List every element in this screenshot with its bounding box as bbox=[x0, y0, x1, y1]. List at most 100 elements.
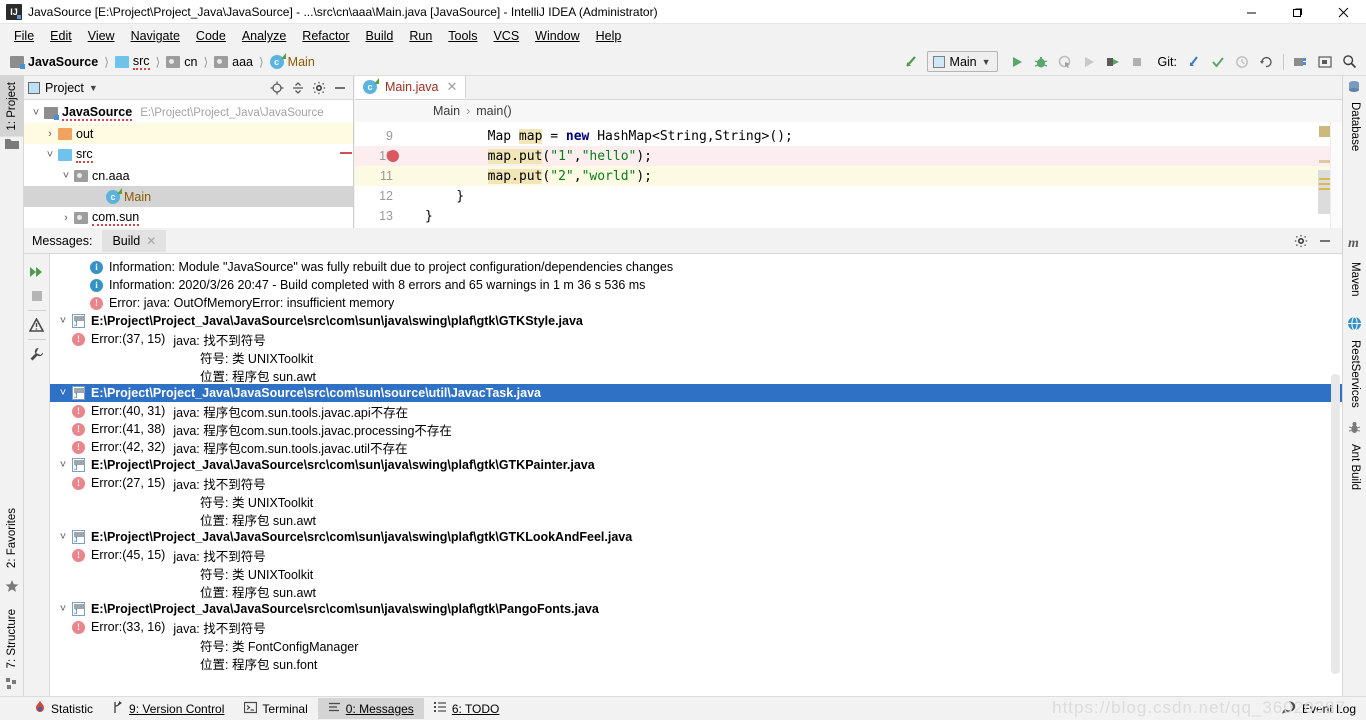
tree-node-com-sun[interactable]: › com.sun bbox=[24, 207, 353, 228]
status-tab-version-control[interactable]: 9: Version Control bbox=[103, 698, 234, 720]
editor-scroll-thumb[interactable] bbox=[1318, 170, 1330, 214]
close-icon[interactable]: ✕ bbox=[146, 234, 156, 248]
marker-change[interactable] bbox=[1319, 160, 1330, 163]
message-row[interactable]: i Information: Module "JavaSource" was f… bbox=[50, 258, 1342, 276]
chevron-down-icon[interactable]: ˅ bbox=[54, 387, 72, 399]
expand-all-icon[interactable] bbox=[26, 260, 48, 284]
status-tab-todo[interactable]: 6: TODO bbox=[424, 698, 510, 719]
menu-run[interactable]: Run bbox=[401, 26, 440, 46]
status-tab-terminal[interactable]: Terminal bbox=[234, 698, 317, 720]
chevron-right-icon[interactable]: › bbox=[58, 212, 74, 224]
attach-debugger-icon[interactable] bbox=[1102, 51, 1124, 73]
messages-scrollbar[interactable] bbox=[1331, 374, 1340, 674]
chevron-down-icon[interactable]: ˅ bbox=[54, 459, 72, 471]
menu-help[interactable]: Help bbox=[588, 26, 630, 46]
sidebar-tab-structure[interactable]: 7: Structure bbox=[0, 603, 24, 674]
close-button[interactable] bbox=[1320, 0, 1366, 24]
code-line-11[interactable]: 11 map.put("2","world"); bbox=[355, 166, 1342, 186]
project-panel-title[interactable]: Project ▼ bbox=[28, 81, 98, 95]
project-structure-icon[interactable] bbox=[1290, 51, 1312, 73]
chevron-down-icon[interactable]: ˅ bbox=[42, 149, 58, 161]
chevron-down-icon[interactable]: ˅ bbox=[54, 531, 72, 543]
menu-analyze[interactable]: Analyze bbox=[234, 26, 294, 46]
message-file-row[interactable]: ˅ E:\Project\Project_Java\JavaSource\src… bbox=[50, 312, 1342, 330]
editor-breadcrumb-method[interactable]: main() bbox=[476, 104, 511, 118]
message-row[interactable]: i Information: 2020/3/26 20:47 - Build c… bbox=[50, 276, 1342, 294]
chevron-down-icon[interactable]: ˅ bbox=[54, 603, 72, 615]
status-tab-messages[interactable]: 0: Messages bbox=[317, 698, 424, 719]
message-file-row-selected[interactable]: ˅ E:\Project\Project_Java\JavaSource\src… bbox=[50, 384, 1342, 402]
message-file-row[interactable]: ˅ E:\Project\Project_Java\JavaSource\src… bbox=[50, 456, 1342, 474]
menu-view[interactable]: View bbox=[80, 26, 123, 46]
breadcrumb-item-src[interactable]: src bbox=[113, 53, 152, 71]
message-row[interactable]: ! Error:(40, 31) java: 程序包com.sun.tools.… bbox=[50, 402, 1342, 420]
chevron-right-icon[interactable]: › bbox=[42, 128, 58, 140]
chevron-down-icon[interactable]: ˅ bbox=[54, 315, 72, 327]
update-project-icon[interactable] bbox=[1183, 51, 1205, 73]
messages-tab-build[interactable]: Build ✕ bbox=[102, 229, 167, 252]
menu-navigate[interactable]: Navigate bbox=[123, 26, 188, 46]
breadcrumb-item-javasource[interactable]: JavaSource bbox=[8, 54, 100, 70]
tree-node-out[interactable]: › out bbox=[24, 123, 353, 144]
tree-node-src[interactable]: ˅ src bbox=[24, 144, 353, 165]
close-icon[interactable]: ✕ bbox=[447, 79, 458, 95]
sidebar-tab-project[interactable]: 1: Project bbox=[0, 76, 24, 137]
warnings-filter-icon[interactable] bbox=[26, 313, 48, 337]
editor-markers-strip[interactable] bbox=[1318, 122, 1330, 228]
locate-icon[interactable] bbox=[268, 79, 286, 97]
code-editor[interactable]: 9 Map map = new HashMap<String,String>()… bbox=[355, 122, 1342, 228]
message-file-row[interactable]: ˅ E:\Project\Project_Java\JavaSource\src… bbox=[50, 600, 1342, 618]
message-row[interactable]: ! Error:(27, 15) java: 找不到符号 bbox=[50, 474, 1342, 492]
rollback-icon[interactable] bbox=[1255, 51, 1277, 73]
maximize-button[interactable] bbox=[1274, 0, 1320, 24]
message-row[interactable]: ! Error:(45, 15) java: 找不到符号 bbox=[50, 546, 1342, 564]
stop-icon[interactable] bbox=[26, 284, 48, 308]
breadcrumb-item-cn[interactable]: cn bbox=[164, 54, 199, 70]
commit-icon[interactable] bbox=[1207, 51, 1229, 73]
menu-tools[interactable]: Tools bbox=[440, 26, 485, 46]
breakpoint-icon[interactable] bbox=[387, 150, 399, 162]
message-row[interactable]: ! Error:(33, 16) java: 找不到符号 bbox=[50, 618, 1342, 636]
status-tab-statistic[interactable]: Statistic bbox=[24, 698, 103, 720]
editor-tab-main-java[interactable]: c Main.java ✕ bbox=[355, 76, 467, 99]
hide-icon[interactable] bbox=[1316, 232, 1334, 250]
run-configuration-selector[interactable]: Main ▼ bbox=[926, 51, 998, 72]
right-tab-database[interactable]: Database bbox=[1343, 96, 1366, 157]
code-line-9[interactable]: 9 Map map = new HashMap<String,String>()… bbox=[355, 126, 1342, 146]
menu-edit[interactable]: Edit bbox=[42, 26, 80, 46]
right-tab-restservices[interactable]: RestServices bbox=[1343, 334, 1366, 414]
sidebar-tab-favorites[interactable]: 2: Favorites bbox=[0, 502, 24, 574]
menu-refactor[interactable]: Refactor bbox=[294, 26, 357, 46]
settings-wrench-icon[interactable] bbox=[26, 342, 48, 366]
right-tab-maven[interactable]: Maven bbox=[1343, 256, 1366, 303]
breadcrumb-item-aaa[interactable]: aaa bbox=[212, 54, 255, 70]
tree-node-javasource[interactable]: ˅ JavaSource E:\Project\Project_Java\Jav… bbox=[24, 102, 353, 123]
hide-icon[interactable] bbox=[331, 79, 349, 97]
right-tab-antbuild[interactable]: Ant Build bbox=[1343, 438, 1366, 496]
tree-node-cn-aaa[interactable]: ˅ cn.aaa bbox=[24, 165, 353, 186]
breadcrumb-item-main[interactable]: c Main bbox=[268, 52, 317, 70]
tree-node-main[interactable]: c Main bbox=[24, 186, 353, 207]
event-log-label[interactable]: Event Log bbox=[1302, 702, 1356, 716]
message-file-row[interactable]: ˅ E:\Project\Project_Java\JavaSource\src… bbox=[50, 528, 1342, 546]
editor-breadcrumb-class[interactable]: Main bbox=[433, 104, 460, 118]
message-row[interactable]: ! Error:(37, 15) java: 找不到符号 bbox=[50, 330, 1342, 348]
debug-icon[interactable] bbox=[1030, 51, 1052, 73]
marker-warning-4[interactable] bbox=[1319, 188, 1330, 190]
message-row[interactable]: ! Error:(41, 38) java: 程序包com.sun.tools.… bbox=[50, 420, 1342, 438]
marker-warning-3[interactable] bbox=[1319, 183, 1330, 185]
messages-list[interactable]: i Information: Module "JavaSource" was f… bbox=[50, 254, 1342, 696]
code-line-10[interactable]: 10 map.put("1","hello"); bbox=[355, 146, 1342, 166]
menu-window[interactable]: Window bbox=[527, 26, 587, 46]
terminal-icon[interactable] bbox=[1314, 51, 1336, 73]
menu-build[interactable]: Build bbox=[358, 26, 402, 46]
menu-file[interactable]: File bbox=[6, 26, 42, 46]
message-row[interactable]: ! Error: java: OutOfMemoryError: insuffi… bbox=[50, 294, 1342, 312]
code-line-12[interactable]: 12 − } bbox=[355, 186, 1342, 206]
settings-icon[interactable] bbox=[1292, 232, 1310, 250]
collapse-all-icon[interactable] bbox=[289, 79, 307, 97]
marker-warning-2[interactable] bbox=[1319, 178, 1330, 180]
minimize-button[interactable] bbox=[1228, 0, 1274, 24]
message-row[interactable]: ! Error:(42, 32) java: 程序包com.sun.tools.… bbox=[50, 438, 1342, 456]
chevron-down-icon[interactable]: ˅ bbox=[58, 170, 74, 182]
